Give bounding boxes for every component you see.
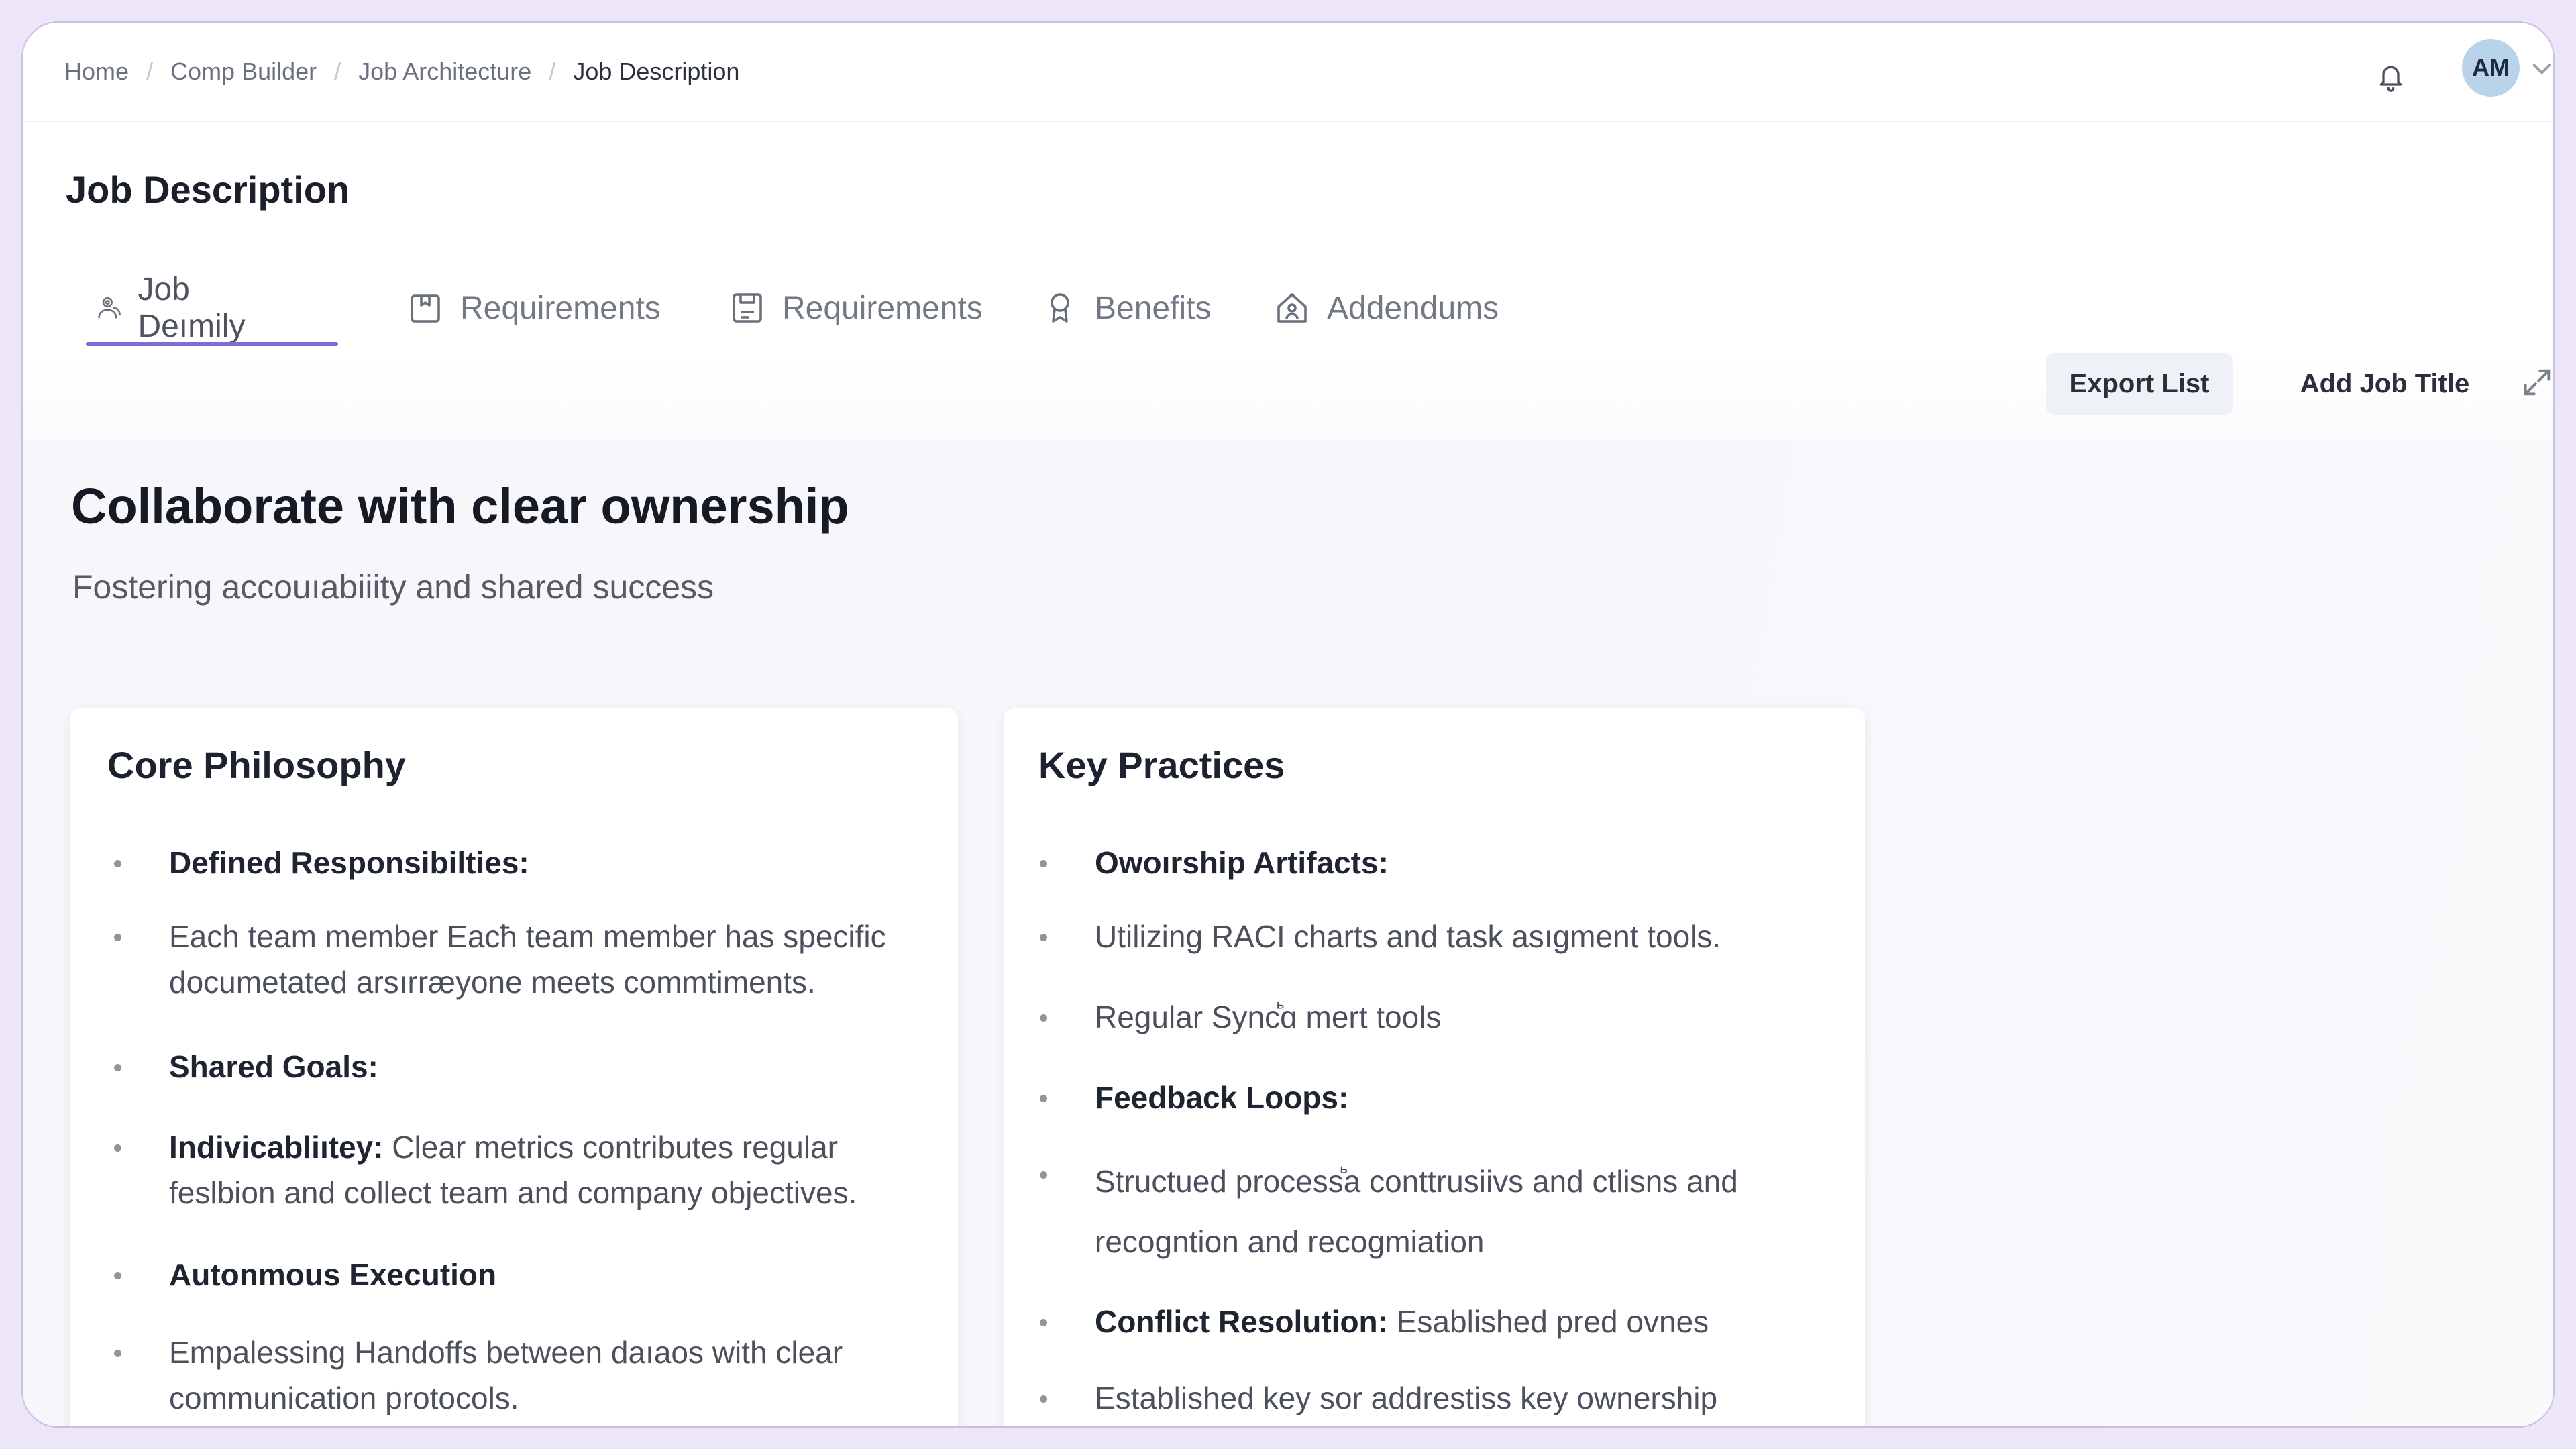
export-list-button[interactable]: Export List <box>2046 353 2233 415</box>
tab-requirements-2[interactable]: Requirements <box>729 264 983 352</box>
list-item-bold: Owoırship Artifacts: <box>1095 845 1389 880</box>
app-window: Home / Comp Builder / Job Architecture /… <box>21 21 2555 1428</box>
key-practices-card: Key Practices Owoırship Artifacts: Utili… <box>1004 708 1865 1426</box>
list-item-text: Utilizing RACI charts and task asıgment … <box>1095 919 1721 954</box>
card-title: Key Practices <box>1038 744 1285 786</box>
breadcrumb-separator: / <box>146 58 154 85</box>
bell-icon[interactable] <box>2376 60 2406 94</box>
list-item: Utilizing RACI charts and task asıgment … <box>1040 914 1838 959</box>
tab-requirements[interactable]: Requirements <box>407 264 661 352</box>
list-item: Each team member Eacћ team member has sp… <box>114 914 918 1005</box>
list-item-bold: Indivicabliıtey: <box>169 1130 384 1165</box>
house-user-icon <box>1277 293 1307 323</box>
list-item: Defined Responsibilties: <box>114 840 918 885</box>
tab-label: Requirements <box>782 290 983 326</box>
breadcrumb: Home / Comp Builder / Job Architecture /… <box>64 23 739 121</box>
list-item: Shared Goals: <box>114 1044 918 1089</box>
list-item-bold: Autonmous Execution <box>169 1257 497 1292</box>
expand-icon[interactable] <box>2520 365 2555 400</box>
page-title: Job Description <box>66 168 350 211</box>
list-item-text: Regular Syncꙺɑ mert tools <box>1095 1000 1442 1034</box>
list-item: Regular Syncꙺɑ mert tools <box>1040 994 1838 1040</box>
list-item-text: Empalessing Handoffs between daıaos with… <box>169 1335 843 1415</box>
breadcrumb-separator: / <box>334 58 341 85</box>
breadcrumb-separator: / <box>549 58 556 85</box>
list-item-bold: Feedback Loops: <box>1095 1080 1349 1115</box>
list-item-text: Established key sor addrestiss key owner… <box>1095 1381 1718 1415</box>
core-philosophy-card: Core Philosophy Defined Responsibilties:… <box>70 708 958 1426</box>
hero-subtitle: Fostering accouıabiiity and shared succe… <box>72 568 714 606</box>
clipboard-icon <box>411 294 440 323</box>
content-area: Collaborate with clear ownership Fosteri… <box>23 439 2553 1426</box>
card-title: Core Philosophy <box>107 744 406 786</box>
breadcrumb-job-architecture[interactable]: Job Architecture <box>358 58 531 86</box>
award-icon <box>1051 293 1069 323</box>
list-item-text: Esablished pred ovnes <box>1387 1304 1709 1339</box>
list-item: Owoırship Artifacts: <box>1040 840 1838 885</box>
tab-addendums[interactable]: Addendums <box>1273 264 1499 352</box>
chevron-down-icon[interactable] <box>2532 62 2552 76</box>
user-group-icon <box>98 297 121 319</box>
tab-label: Job Deımily <box>138 272 246 344</box>
list-item-text: Structued processꙺa conttrusiivs and ctl… <box>1095 1164 1738 1259</box>
breadcrumb-home[interactable]: Home <box>64 58 129 86</box>
hero-title: Collaborate with clear ownership <box>71 478 849 534</box>
tab-benefits[interactable]: Benefits <box>1041 264 1211 352</box>
list-item: Feedback Loops: <box>1040 1075 1838 1120</box>
add-job-title-button[interactable]: Add Job Title <box>2262 353 2508 415</box>
list-item: Autonmous Execution <box>114 1252 918 1297</box>
top-bar: Home / Comp Builder / Job Architecture /… <box>23 23 2553 122</box>
breadcrumb-comp-builder[interactable]: Comp Builder <box>170 58 317 86</box>
breadcrumb-current: Job Description <box>573 58 740 85</box>
list-item: Established key sor addrestiss key owner… <box>1040 1375 1838 1426</box>
list-item-bold: Conflict Resolution: <box>1095 1304 1388 1339</box>
document-icon <box>733 293 762 323</box>
list-item-text: Each team member Eacћ team member has sp… <box>169 919 886 1000</box>
tab-label: Requirements <box>460 290 661 326</box>
tab-label: Addendums <box>1327 290 1499 326</box>
list-item: Indivicabliıtey: Clear metrics contribut… <box>114 1124 918 1216</box>
list-item-bold: Defined Responsibilties: <box>169 845 529 880</box>
list-item: Conflict Resolution: Esablished pred ovn… <box>1040 1299 1838 1344</box>
list-item-bold: Shared Goals: <box>169 1049 378 1084</box>
tab-job-family[interactable]: Job Deımily <box>95 264 256 352</box>
active-tab-indicator <box>86 342 338 346</box>
avatar[interactable]: AM <box>2462 39 2520 97</box>
list-item: Structued processꙺa conttrusiivs and ctl… <box>1040 1151 1838 1272</box>
list-item: Empalessing Handoffs between daıaos with… <box>114 1330 918 1421</box>
tab-label: Benefits <box>1095 290 1212 326</box>
